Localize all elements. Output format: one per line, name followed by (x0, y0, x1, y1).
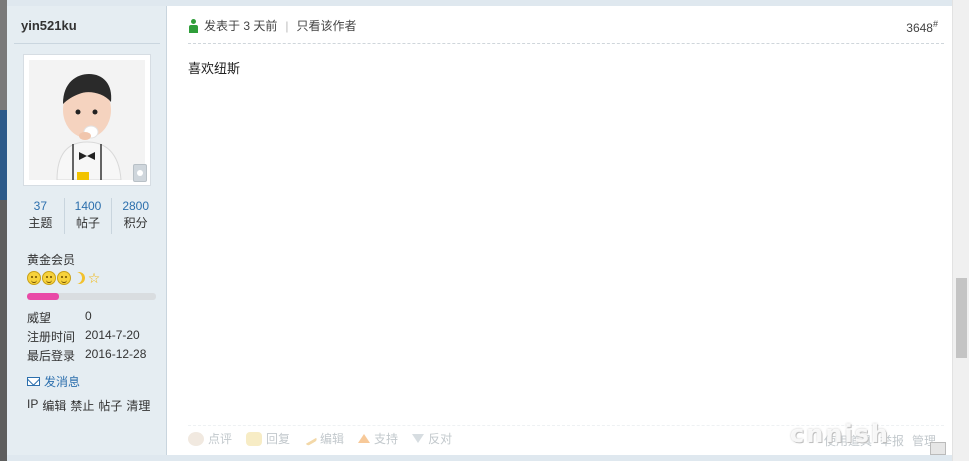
send-message-link[interactable]: 发消息 (27, 373, 80, 390)
author-username[interactable]: yin521ku (21, 18, 77, 33)
author-only-link[interactable]: 只看该作者 (296, 17, 356, 34)
info-prestige: 威望 0 (27, 309, 92, 325)
admin-links: IP 编辑 禁止 帖子 清理 (27, 397, 150, 414)
sidebar-divider (14, 43, 160, 44)
support-button[interactable]: 支持 (358, 430, 398, 447)
author-stats: 37 主题 1400 帖子 2800 积分 (17, 198, 159, 234)
chat-icon[interactable] (930, 442, 946, 455)
oppose-button[interactable]: 反对 (412, 430, 452, 447)
admin-link-posts[interactable]: 帖子 (98, 397, 122, 414)
smiley-icon (27, 271, 41, 285)
post-header: 发表于 3 天前 | 只看该作者 (188, 17, 356, 34)
arrow-down-icon (412, 434, 425, 443)
edit-button[interactable]: 编辑 (302, 430, 344, 447)
level-medals: ☆ (27, 271, 101, 287)
floor-number[interactable]: 3648# (906, 19, 938, 35)
author-sidebar: yin521ku 37 主题 1400 帖子 2800 积分 黄金会员 ☆ 威望… (7, 6, 167, 455)
post-frame-bottom (7, 455, 952, 461)
level-progress-fill (27, 293, 60, 300)
header-divider (188, 43, 944, 44)
reply-icon (246, 431, 263, 446)
vertical-scrollbar[interactable] (952, 0, 969, 461)
stat-threads[interactable]: 37 主题 (17, 198, 65, 234)
member-level[interactable]: 黄金会员 (27, 251, 75, 268)
person-icon (188, 18, 199, 33)
pencil-icon (302, 431, 318, 446)
stat-posts[interactable]: 1400 帖子 (65, 198, 113, 234)
arrow-up-icon (358, 434, 371, 443)
moon-icon (72, 271, 86, 285)
background-edge (0, 0, 7, 461)
info-registered: 注册时间 2014-7-20 (27, 328, 140, 344)
admin-link-ip[interactable]: IP (27, 397, 38, 414)
post-body: 喜欢纽斯 (188, 61, 241, 76)
avatar[interactable] (29, 60, 145, 180)
level-progress-bar (27, 293, 156, 300)
admin-link-clean[interactable]: 清理 (126, 397, 150, 414)
mail-icon (27, 377, 40, 386)
avatar-frame[interactable] (23, 54, 151, 186)
smiley-icon (42, 271, 56, 285)
stat-points[interactable]: 2800 积分 (112, 198, 159, 234)
scrollbar-thumb[interactable] (956, 278, 967, 358)
post-time: 发表于 3 天前 (204, 19, 278, 33)
star-icon: ☆ (87, 270, 101, 286)
post-content-area: 发表于 3 天前 | 只看该作者 3648# 喜欢纽斯 点评 回复 编辑 支持 … (168, 6, 952, 455)
smiley-icon (57, 271, 71, 285)
admin-link-ban[interactable]: 禁止 (70, 397, 94, 414)
admin-link-edit[interactable]: 编辑 (42, 397, 66, 414)
reply-button[interactable]: 回复 (246, 430, 290, 447)
comment-button[interactable]: 点评 (188, 430, 232, 447)
mobile-device-icon (133, 164, 147, 182)
site-watermark: cnnish (790, 420, 890, 448)
info-last-login: 最后登录 2016-12-28 (27, 347, 147, 363)
comment-icon (188, 431, 204, 446)
